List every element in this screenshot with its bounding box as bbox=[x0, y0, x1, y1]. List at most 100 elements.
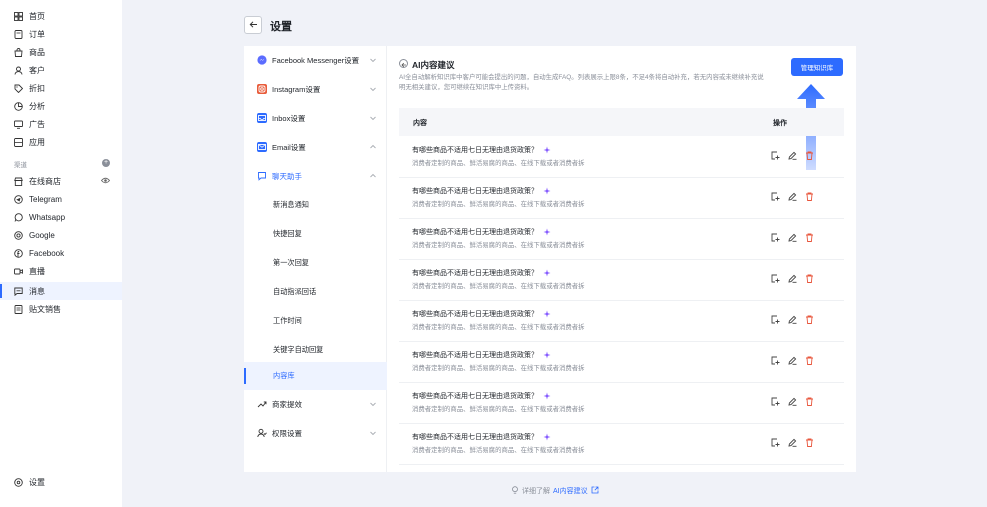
answer-text: 消费者定制的商品、鲜活易腐的商品、在线下载或者消费者拆 bbox=[412, 447, 585, 454]
delete-icon[interactable] bbox=[805, 438, 814, 447]
nav-item-messages[interactable]: 消息 bbox=[0, 282, 122, 300]
menu-item-chat-assistant[interactable]: 聊天助手 bbox=[244, 162, 387, 190]
delete-icon[interactable] bbox=[805, 192, 814, 201]
delete-icon[interactable] bbox=[805, 233, 814, 242]
footer-learn-more: 详细了解 AI内容建议 bbox=[508, 486, 602, 496]
row-actions bbox=[771, 274, 822, 283]
google-icon bbox=[14, 230, 23, 240]
menu-item-instagram[interactable]: Instagram设置 bbox=[244, 75, 387, 103]
table-row: 有哪些商品不适用七日无理由退货政策？ 消费者定制的商品、鲜活易腐的商品、在线下载或… bbox=[399, 301, 844, 342]
menu-item-messenger[interactable]: Facebook Messenger设置 bbox=[244, 46, 387, 74]
settings-menu: Facebook Messenger设置 Instagram设置 Inbox设置… bbox=[244, 46, 387, 472]
delete-icon[interactable] bbox=[805, 274, 814, 283]
content-table: 内容 操作 有哪些商品不适用七日无理由退货政策？ 消费者定制的商品、鲜活易腐的商品… bbox=[399, 108, 844, 465]
manage-knowledge-base-button[interactable]: 管理知识库 bbox=[791, 58, 843, 76]
nav-item-whatsapp[interactable]: Whatsapp bbox=[0, 208, 122, 226]
submenu-working-hours[interactable]: 工作时间 bbox=[244, 307, 387, 335]
nav-item-online-store[interactable]: 在线商店 bbox=[0, 172, 122, 190]
content-description: AI全自动解析知识库中客户可能会提出的问题，自动生成FAQ。列表展示上限8条，不… bbox=[399, 74, 764, 91]
edit-icon[interactable] bbox=[788, 192, 797, 201]
submenu-first-reply[interactable]: 第一次回复 bbox=[244, 249, 387, 277]
menu-item-email[interactable]: Email设置 bbox=[244, 133, 387, 161]
nav-item-customers[interactable]: 客户 bbox=[0, 61, 122, 79]
delete-icon[interactable] bbox=[805, 315, 814, 324]
nav-item-orders[interactable]: 订单 bbox=[0, 25, 122, 43]
add-to-library-icon[interactable] bbox=[771, 315, 780, 324]
submenu-auto-assign[interactable]: 自动指派回话 bbox=[244, 278, 387, 306]
delete-icon[interactable] bbox=[805, 397, 814, 406]
table-row: 有哪些商品不适用七日无理由退货政策？ 消费者定制的商品、鲜活易腐的商品、在线下载或… bbox=[399, 178, 844, 219]
table-row: 有哪些商品不适用七日无理由退货政策？ 消费者定制的商品、鲜活易腐的商品、在线下载或… bbox=[399, 137, 844, 178]
nav-item-products[interactable]: 商品 bbox=[0, 43, 122, 61]
nav-item-apps[interactable]: 应用 bbox=[0, 133, 122, 151]
nav-item-post-sales[interactable]: 贴文销售 bbox=[0, 300, 122, 318]
add-to-library-icon[interactable] bbox=[771, 151, 780, 160]
post-icon bbox=[14, 304, 23, 314]
add-to-library-icon[interactable] bbox=[771, 397, 780, 406]
chevron-up-icon bbox=[369, 172, 377, 180]
nav-item-settings[interactable]: 设置 bbox=[0, 473, 122, 491]
tag-icon bbox=[14, 84, 23, 93]
question-text: 有哪些商品不适用七日无理由退货政策？ bbox=[412, 186, 551, 196]
order-icon bbox=[14, 29, 23, 39]
eye-icon[interactable] bbox=[100, 176, 111, 185]
content-back-button[interactable] bbox=[399, 59, 408, 68]
edit-icon[interactable] bbox=[788, 397, 797, 406]
add-channel-icon[interactable]: + bbox=[102, 159, 110, 167]
edit-icon[interactable] bbox=[788, 356, 797, 365]
footer-prefix: 详细了解 bbox=[522, 488, 550, 495]
sparkle-icon bbox=[543, 310, 551, 318]
row-actions bbox=[771, 438, 822, 447]
add-to-library-icon[interactable] bbox=[771, 356, 780, 365]
chevron-up-icon bbox=[369, 143, 377, 151]
answer-text: 消费者定制的商品、鲜活易腐的商品、在线下载或者消费者拆 bbox=[412, 283, 585, 290]
nav-item-facebook[interactable]: Facebook bbox=[0, 244, 122, 262]
chevron-down-icon bbox=[369, 56, 377, 64]
table-row: 有哪些商品不适用七日无理由退货政策？ 消费者定制的商品、鲜活易腐的商品、在线下载或… bbox=[399, 342, 844, 383]
app-icon bbox=[14, 137, 23, 147]
sparkle-icon bbox=[543, 433, 551, 441]
answer-text: 消费者定制的商品、鲜活易腐的商品、在线下载或者消费者拆 bbox=[412, 201, 585, 208]
submenu-keyword-auto-reply[interactable]: 关键字自动回复 bbox=[244, 336, 387, 364]
nav-item-discounts[interactable]: 折扣 bbox=[0, 79, 122, 97]
page-title: 设置 bbox=[270, 21, 292, 33]
submenu-content-library[interactable]: 内容库 bbox=[244, 362, 387, 390]
edit-icon[interactable] bbox=[788, 233, 797, 242]
nav-item-ads[interactable]: 广告 bbox=[0, 115, 122, 133]
chevron-down-icon bbox=[369, 114, 377, 122]
nav-item-google[interactable]: Google bbox=[0, 226, 122, 244]
arrow-left-icon bbox=[400, 55, 407, 73]
submenu-quick-reply[interactable]: 快捷回复 bbox=[244, 220, 387, 248]
add-to-library-icon[interactable] bbox=[771, 274, 780, 283]
sparkle-icon bbox=[543, 392, 551, 400]
menu-item-permission[interactable]: 权限设置 bbox=[244, 419, 387, 447]
nav-item-live[interactable]: 直播 bbox=[0, 262, 122, 280]
add-to-library-icon[interactable] bbox=[771, 192, 780, 201]
lightbulb-icon bbox=[508, 486, 522, 496]
menu-item-efficiency[interactable]: 商家提效 bbox=[244, 390, 387, 418]
back-button[interactable] bbox=[244, 16, 262, 34]
table-row: 有哪些商品不适用七日无理由退货政策？ 消费者定制的商品、鲜活易腐的商品、在线下载或… bbox=[399, 383, 844, 424]
edit-icon[interactable] bbox=[788, 151, 797, 160]
row-actions bbox=[771, 151, 822, 160]
sparkle-icon bbox=[543, 269, 551, 277]
nav-item-home[interactable]: 首页 bbox=[0, 7, 122, 25]
edit-icon[interactable] bbox=[788, 274, 797, 283]
add-to-library-icon[interactable] bbox=[771, 438, 780, 447]
edit-icon[interactable] bbox=[788, 315, 797, 324]
add-to-library-icon[interactable] bbox=[771, 233, 780, 242]
nav-item-telegram[interactable]: Telegram bbox=[0, 190, 122, 208]
footer-link[interactable]: AI内容建议 bbox=[553, 486, 588, 496]
edit-icon[interactable] bbox=[788, 438, 797, 447]
menu-item-inbox[interactable]: Inbox设置 bbox=[244, 104, 387, 132]
permission-icon bbox=[257, 428, 267, 438]
row-actions bbox=[771, 397, 822, 406]
external-link-icon[interactable] bbox=[588, 486, 602, 496]
nav-item-analytics[interactable]: 分析 bbox=[0, 97, 122, 115]
delete-icon[interactable] bbox=[805, 151, 814, 160]
instagram-icon bbox=[257, 84, 267, 94]
ad-icon bbox=[14, 120, 23, 129]
bag-icon bbox=[14, 47, 23, 57]
delete-icon[interactable] bbox=[805, 356, 814, 365]
submenu-new-message-notification[interactable]: 新消息通知 bbox=[244, 191, 387, 219]
